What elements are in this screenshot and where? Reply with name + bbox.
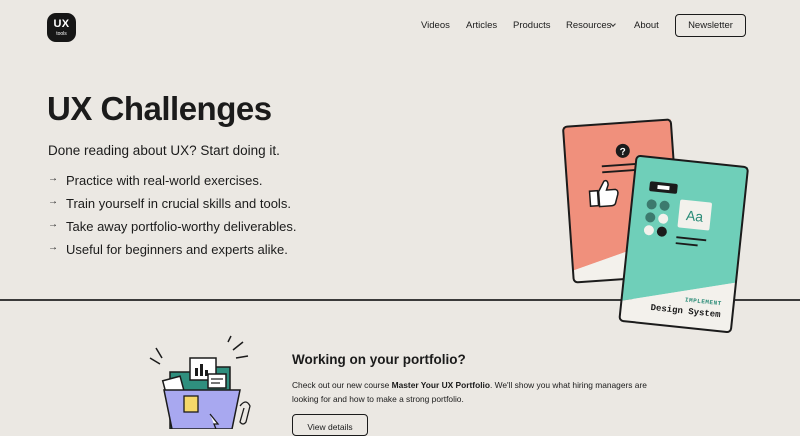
- promo-text: Check out our new course Master Your UX …: [292, 378, 652, 406]
- nav-resources-label: Resources: [566, 20, 612, 31]
- logo-text-tools: tools: [56, 31, 67, 37]
- ux-tools-logo[interactable]: UX tools: [47, 13, 76, 42]
- card-front: Aa IMPLEMENT Design System: [618, 154, 749, 333]
- hero-subtitle: Done reading about UX? Start doing it.: [48, 143, 280, 158]
- nav-articles[interactable]: Articles: [466, 20, 497, 31]
- feature-item: → Practice with real-world exercises.: [48, 173, 297, 196]
- course-name[interactable]: Master Your UX Portfolio: [392, 380, 490, 390]
- nav-products[interactable]: Products: [513, 20, 551, 31]
- nav-videos[interactable]: Videos: [421, 20, 450, 31]
- arrow-right-icon: →: [48, 173, 58, 184]
- nav-resources[interactable]: Resources: [566, 20, 616, 31]
- feature-item: → Train yourself in crucial skills and to…: [48, 196, 297, 219]
- feature-text: Train yourself in crucial skills and too…: [66, 196, 291, 211]
- view-details-button[interactable]: View details: [292, 414, 368, 436]
- question-glyph: ?: [619, 147, 626, 158]
- feature-list: → Practice with real-world exercises. → Tr…: [48, 173, 297, 265]
- newsletter-button[interactable]: Newsletter: [675, 14, 746, 37]
- page-title: UX Challenges: [47, 90, 272, 127]
- feature-item: → Take away portfolio-worthy deliverables…: [48, 219, 297, 242]
- feature-text: Take away portfolio-worthy deliverables.: [66, 219, 297, 234]
- portfolio-folder-illustration: [149, 335, 251, 429]
- arrow-right-icon: →: [48, 196, 58, 207]
- nav-about[interactable]: About: [634, 20, 659, 31]
- arrow-right-icon: →: [48, 219, 58, 230]
- folder-front: [163, 389, 241, 429]
- hero-cards-illustration: ? Aa IMPLEMENT Design System: [562, 118, 749, 333]
- feature-text: Useful for beginners and experts alike.: [66, 242, 288, 257]
- text-card: [207, 373, 227, 389]
- promo-text-before: Check out our new course: [292, 380, 392, 390]
- sticky-note: [183, 395, 199, 413]
- logo-text-ux: UX: [53, 18, 70, 30]
- feature-item: → Useful for beginners and experts alike.: [48, 242, 297, 265]
- feature-text: Practice with real-world exercises.: [66, 173, 263, 188]
- arrow-right-icon: →: [48, 242, 58, 253]
- promo-title: Working on your portfolio?: [292, 352, 466, 367]
- typography-sample: Aa: [685, 207, 704, 225]
- paperclip-icon: [239, 401, 251, 425]
